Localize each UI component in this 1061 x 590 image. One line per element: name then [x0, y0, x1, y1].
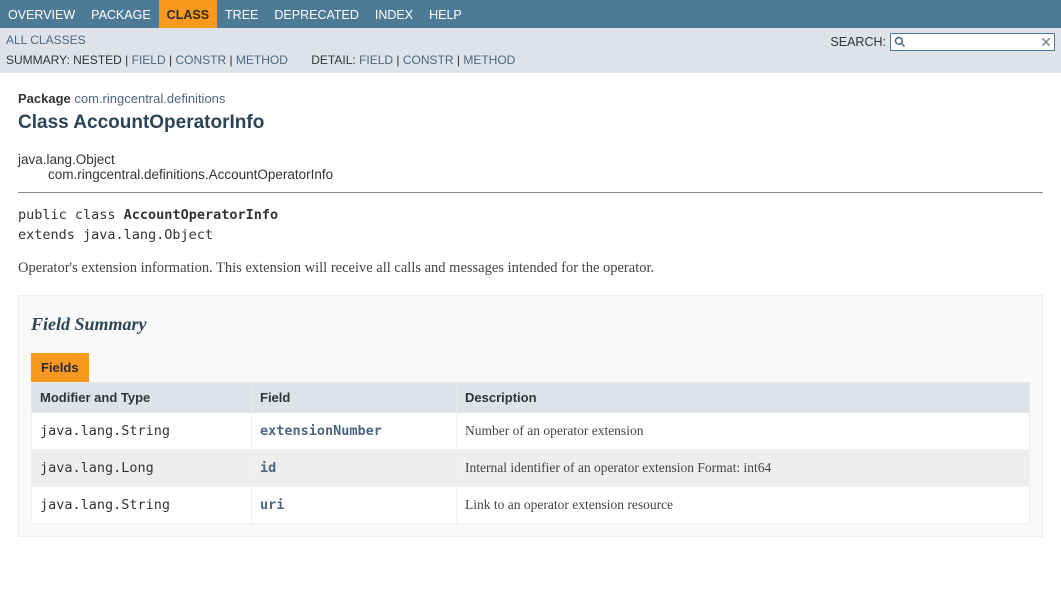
field-description: Link to an operator extension resource: [457, 486, 1030, 523]
col-description: Description: [457, 382, 1030, 412]
nav-tree[interactable]: TREE: [217, 0, 266, 28]
detail-field-link[interactable]: FIELD: [359, 53, 393, 67]
field-modifier: java.lang.Long: [32, 449, 252, 486]
detail-label: DETAIL:: [311, 53, 355, 67]
detail-constr-link[interactable]: CONSTR: [403, 53, 454, 67]
summary-method-link[interactable]: METHOD: [236, 53, 288, 67]
search-wrapper: [890, 33, 1055, 51]
search-input[interactable]: [909, 35, 1034, 49]
field-modifier: java.lang.String: [32, 486, 252, 523]
fields-tab[interactable]: Fields: [31, 353, 89, 382]
decl-name: AccountOperatorInfo: [124, 207, 278, 223]
fields-table: Modifier and Type Field Description java…: [31, 382, 1030, 524]
nav-class[interactable]: CLASS: [159, 0, 217, 28]
field-name: extensionNumber: [252, 412, 457, 449]
nav-list: OVERVIEW PACKAGE CLASS TREE DEPRECATED I…: [0, 0, 1061, 28]
field-description: Number of an operator extension: [457, 412, 1030, 449]
field-link[interactable]: extensionNumber: [260, 423, 382, 439]
class-declaration: public class AccountOperatorInfo extends…: [18, 205, 1043, 246]
decl-prefix: public class: [18, 207, 124, 223]
col-field: Field: [252, 382, 457, 412]
subnav-row: SUMMARY: NESTED | FIELD | CONSTR | METHO…: [6, 53, 1055, 73]
clear-icon[interactable]: [1040, 36, 1052, 48]
field-link[interactable]: id: [260, 460, 276, 476]
search-icon: [894, 36, 906, 48]
content: Package com.ringcentral.definitions Clas…: [0, 73, 1061, 557]
summary-label: SUMMARY:: [6, 53, 70, 67]
inheritance-tree: java.lang.Object com.ringcentral.definit…: [18, 152, 1043, 182]
table-row: java.lang.Long id Internal identifier of…: [32, 449, 1030, 486]
separator: [18, 192, 1043, 193]
summary-nested: NESTED: [73, 53, 122, 67]
summary-group: SUMMARY: NESTED | FIELD | CONSTR | METHO…: [6, 53, 288, 67]
summary-field-link[interactable]: FIELD: [132, 53, 166, 67]
package-label: Package: [18, 91, 71, 106]
table-row: java.lang.String uri Link to an operator…: [32, 486, 1030, 523]
detail-group: DETAIL: FIELD | CONSTR | METHOD: [311, 53, 515, 67]
table-row: java.lang.String extensionNumber Number …: [32, 412, 1030, 449]
nav-help[interactable]: HELP: [421, 0, 470, 28]
field-summary-heading: Field Summary: [31, 314, 1030, 335]
package-link[interactable]: com.ringcentral.definitions: [74, 91, 225, 106]
tab-bar: Fields: [31, 353, 1030, 382]
field-summary-section: Field Summary Fields Modifier and Type F…: [18, 295, 1043, 537]
decl-extends: extends java.lang.Object: [18, 227, 213, 243]
nav-package[interactable]: PACKAGE: [83, 0, 159, 28]
class-description: Operator's extension information. This e…: [18, 260, 1043, 277]
summary-constr-link[interactable]: CONSTR: [175, 53, 226, 67]
nav-index[interactable]: INDEX: [367, 0, 421, 28]
search-box: SEARCH:: [830, 33, 1055, 51]
col-modifier: Modifier and Type: [32, 382, 252, 412]
sub-nav: ALL CLASSES SUMMARY: NESTED | FIELD | CO…: [0, 28, 1061, 73]
field-link[interactable]: uri: [260, 497, 284, 513]
inheritance-self: com.ringcentral.definitions.AccountOpera…: [48, 167, 1043, 182]
detail-method-link[interactable]: METHOD: [463, 53, 515, 67]
nav-deprecated[interactable]: DEPRECATED: [266, 0, 367, 28]
package-line: Package com.ringcentral.definitions: [18, 91, 1043, 106]
field-name: uri: [252, 486, 457, 523]
top-nav: OVERVIEW PACKAGE CLASS TREE DEPRECATED I…: [0, 0, 1061, 28]
field-modifier: java.lang.String: [32, 412, 252, 449]
class-title: Class AccountOperatorInfo: [18, 112, 1043, 134]
field-description: Internal identifier of an operator exten…: [457, 449, 1030, 486]
field-name: id: [252, 449, 457, 486]
inheritance-parent: java.lang.Object: [18, 152, 1043, 167]
search-label: SEARCH:: [830, 35, 886, 49]
nav-overview[interactable]: OVERVIEW: [0, 0, 83, 28]
table-header-row: Modifier and Type Field Description: [32, 382, 1030, 412]
